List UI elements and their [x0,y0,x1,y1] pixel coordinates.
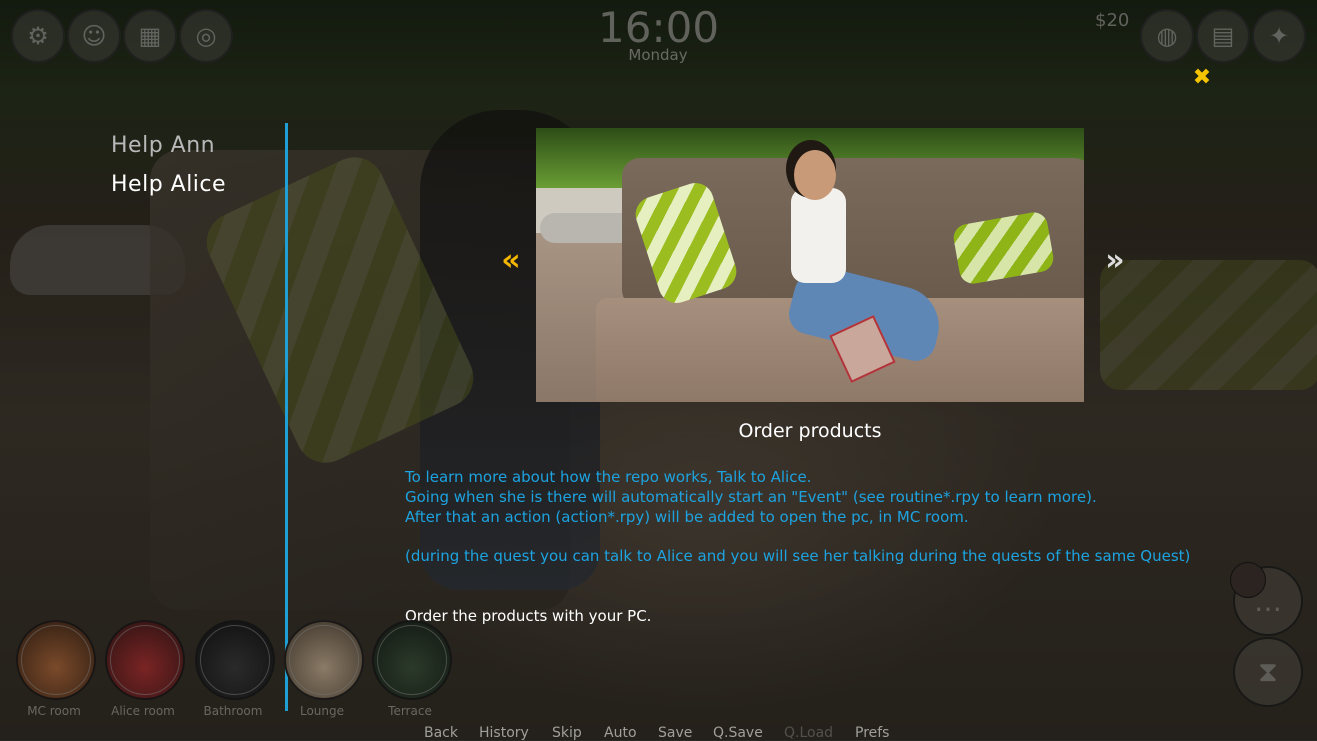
location-label-bathroom: Bathroom [203,704,263,718]
clock-time: 16:00 [598,3,720,52]
gift-icon[interactable]: ✦ [1252,9,1306,63]
settings-icon[interactable]: ⚙ [11,9,65,63]
location-terrace[interactable] [372,620,452,700]
image-character-top [791,188,846,283]
quest-list-divider [285,123,288,711]
description-line: (during the quest you can talk to Alice … [405,547,1191,565]
quest-objective: Order the products with your PC. [405,607,652,625]
quick-menu-qsave[interactable]: Q.Save [713,725,763,741]
quick-menu-skip[interactable]: Skip [552,725,582,741]
location-ring [377,625,447,695]
quick-menu-history[interactable]: History [479,725,529,741]
map-icon[interactable]: ◍ [1140,9,1194,63]
location-label-terrace: Terrace [388,704,432,718]
next-image-arrow[interactable]: » [1100,244,1130,278]
quick-menu-qload: Q.Load [784,725,834,741]
description-line: After that an action (action*.rpy) will … [405,508,969,526]
quest-list: Help Ann Help Alice [111,126,226,204]
quick-menu-save[interactable]: Save [658,725,692,741]
quick-menu-auto[interactable]: Auto [604,725,637,741]
previous-image-arrow[interactable]: « [496,244,526,278]
location-ring [21,625,91,695]
lifebuoy-icon[interactable]: ◎ [179,9,233,63]
contacts-icon[interactable]: ☺ [67,9,121,63]
quest-image [536,128,1084,402]
description-line: To learn more about how the repo works, … [405,468,812,486]
description-line: Going when she is there will automatical… [405,488,1097,506]
location-ring [200,625,270,695]
location-ring [289,625,359,695]
quest-description: To learn more about how the repo works, … [405,467,1225,566]
quick-menu-prefs[interactable]: Prefs [855,725,889,741]
location-bathroom[interactable] [195,620,275,700]
quick-menu-back[interactable]: Back [424,725,458,741]
location-label-alice-room: Alice room [111,704,175,718]
chat-avatar [1230,562,1266,598]
hourglass-icon[interactable]: ⧗ [1233,637,1303,707]
description-gap [405,527,1225,546]
location-ring [110,625,180,695]
location-lounge[interactable] [284,620,364,700]
location-mc-room[interactable] [16,620,96,700]
quest-item-help-ann[interactable]: Help Ann [111,126,226,165]
quest-title: Order products [738,420,882,442]
image-character-head [794,150,836,200]
clock-day: Monday [628,46,688,64]
calendar-icon[interactable]: ▦ [123,9,177,63]
location-label-mc-room: MC room [27,704,81,718]
location-label-lounge: Lounge [299,704,345,718]
book-icon[interactable]: ▤ [1196,9,1250,63]
location-alice-room[interactable] [105,620,185,700]
money-counter: $20 [1095,10,1130,31]
close-icon[interactable]: ✖ [1190,66,1214,90]
quest-item-help-alice[interactable]: Help Alice [111,165,226,204]
